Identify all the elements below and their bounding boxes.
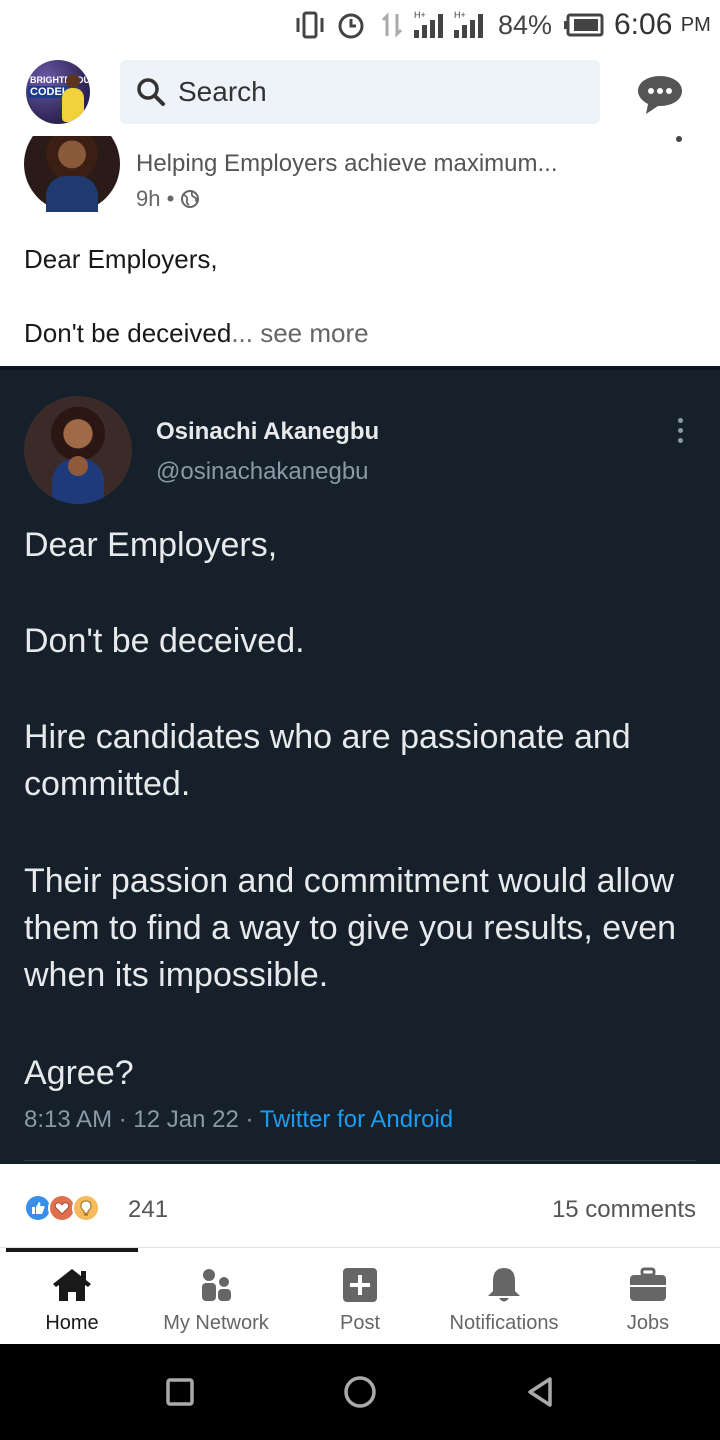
system-navigation-bar [0,1344,720,1440]
author-avatar[interactable] [24,136,120,212]
nav-notifications[interactable]: Notifications [432,1264,576,1335]
tweet-meta: 8:13 AM · 12 Jan 22 · Twitter for Androi… [24,1106,453,1134]
post-time-ago: 9h • [136,186,175,211]
clock-time: 6:06 [614,8,673,41]
home-icon [53,1269,91,1301]
search-bar[interactable]: Search [120,60,600,124]
post-text-line-1: Dear Employers, [24,244,218,274]
tweet-meta-source: Twitter for Android [259,1106,454,1133]
tweet-author-avatar [24,396,132,504]
search-placeholder: Search [178,76,267,107]
battery-icon [564,8,604,42]
signal-icon: H+ [412,8,446,42]
cut-off-author-line [136,136,676,138]
svg-text:H+: H+ [414,10,426,20]
post-overflow-menu[interactable] [676,136,682,142]
tweet-line-2: Don't be deceived. [24,622,305,660]
nav-home-label: Home [45,1312,99,1334]
nav-post-label: Post [339,1312,381,1334]
signal-icon-2: H+ [452,8,486,42]
nav-jobs[interactable]: Jobs [576,1264,720,1335]
tweet-line-1: Dear Employers, [24,526,278,564]
recents-icon[interactable] [162,1374,198,1410]
avatar-figure-head [66,74,80,88]
tweet-author-name: Osinachi Akanegbu [156,418,380,445]
nav-post[interactable]: Post [288,1264,432,1335]
back-icon[interactable] [522,1374,558,1410]
insightful-icon [72,1194,100,1222]
nav-jobs-label: Jobs [626,1312,670,1334]
nav-my-network-label: My Network [163,1312,269,1334]
vibrate-icon [294,8,326,42]
post-text-line-2: Don't be deceived... see more [24,318,369,349]
reaction-icons[interactable] [24,1194,100,1222]
nav-notifications-label: Notifications [449,1312,559,1334]
briefcase-icon [630,1267,666,1301]
post-timestamp: 9h • [136,186,200,212]
reaction-count[interactable]: 241 [128,1196,168,1224]
author-headline: Helping Employers achieve maximum... [136,150,558,177]
globe-icon [181,190,200,208]
search-icon [137,78,165,106]
svg-text:H+: H+ [454,10,466,20]
post-text-line-2-content: Don't be deceived [24,318,232,348]
profile-avatar[interactable]: BRIGHTERDU CODELA [26,60,90,124]
clock-suffix: PM [680,13,711,36]
tweet-divider [24,1160,696,1161]
network-icon [202,1269,231,1301]
tweet-more-icon [676,418,684,446]
tweet-meta-time: 8:13 AM · 12 Jan 22 · [24,1106,260,1133]
bell-icon [488,1268,520,1302]
social-counts-bar: 241 15 comments [0,1164,720,1248]
avatar-text-top: BRIGHTERDU [30,75,90,85]
tweet-line-4: Their passion and commitment would allow… [24,862,677,994]
clock: 6:06 PM [614,8,711,42]
active-tab-indicator [6,1248,138,1252]
messaging-icon[interactable] [636,72,684,116]
status-bar: H+ H+ 84% 6:06 PM [0,0,720,50]
alarm-icon [336,8,368,42]
home-circle-icon[interactable] [342,1374,378,1410]
nav-my-network[interactable]: My Network [144,1264,288,1335]
bottom-navigation: Home My Network Post Notifications Jobs [0,1248,720,1344]
top-app-bar: BRIGHTERDU CODELA Search [0,50,720,136]
post-icon [343,1268,377,1302]
tweet-author-handle: @osinachakanegbu [156,458,369,485]
tweet-screenshot-image[interactable]: Osinachi Akanegbu @osinachakanegbu Dear … [0,366,720,1164]
comments-count[interactable]: 15 comments [552,1196,696,1224]
data-transfer-icon [380,8,406,42]
post-header: Helping Employers achieve maximum... 9h … [0,136,720,366]
avatar-figure-body [62,88,84,122]
tweet-line-5: Agree? [24,1054,134,1092]
battery-percent: 84% [498,9,553,40]
see-more-link[interactable]: ... see more [231,318,368,348]
tweet-line-3: Hire candidates who are passionate and c… [24,718,631,803]
nav-home[interactable]: Home [0,1264,144,1335]
